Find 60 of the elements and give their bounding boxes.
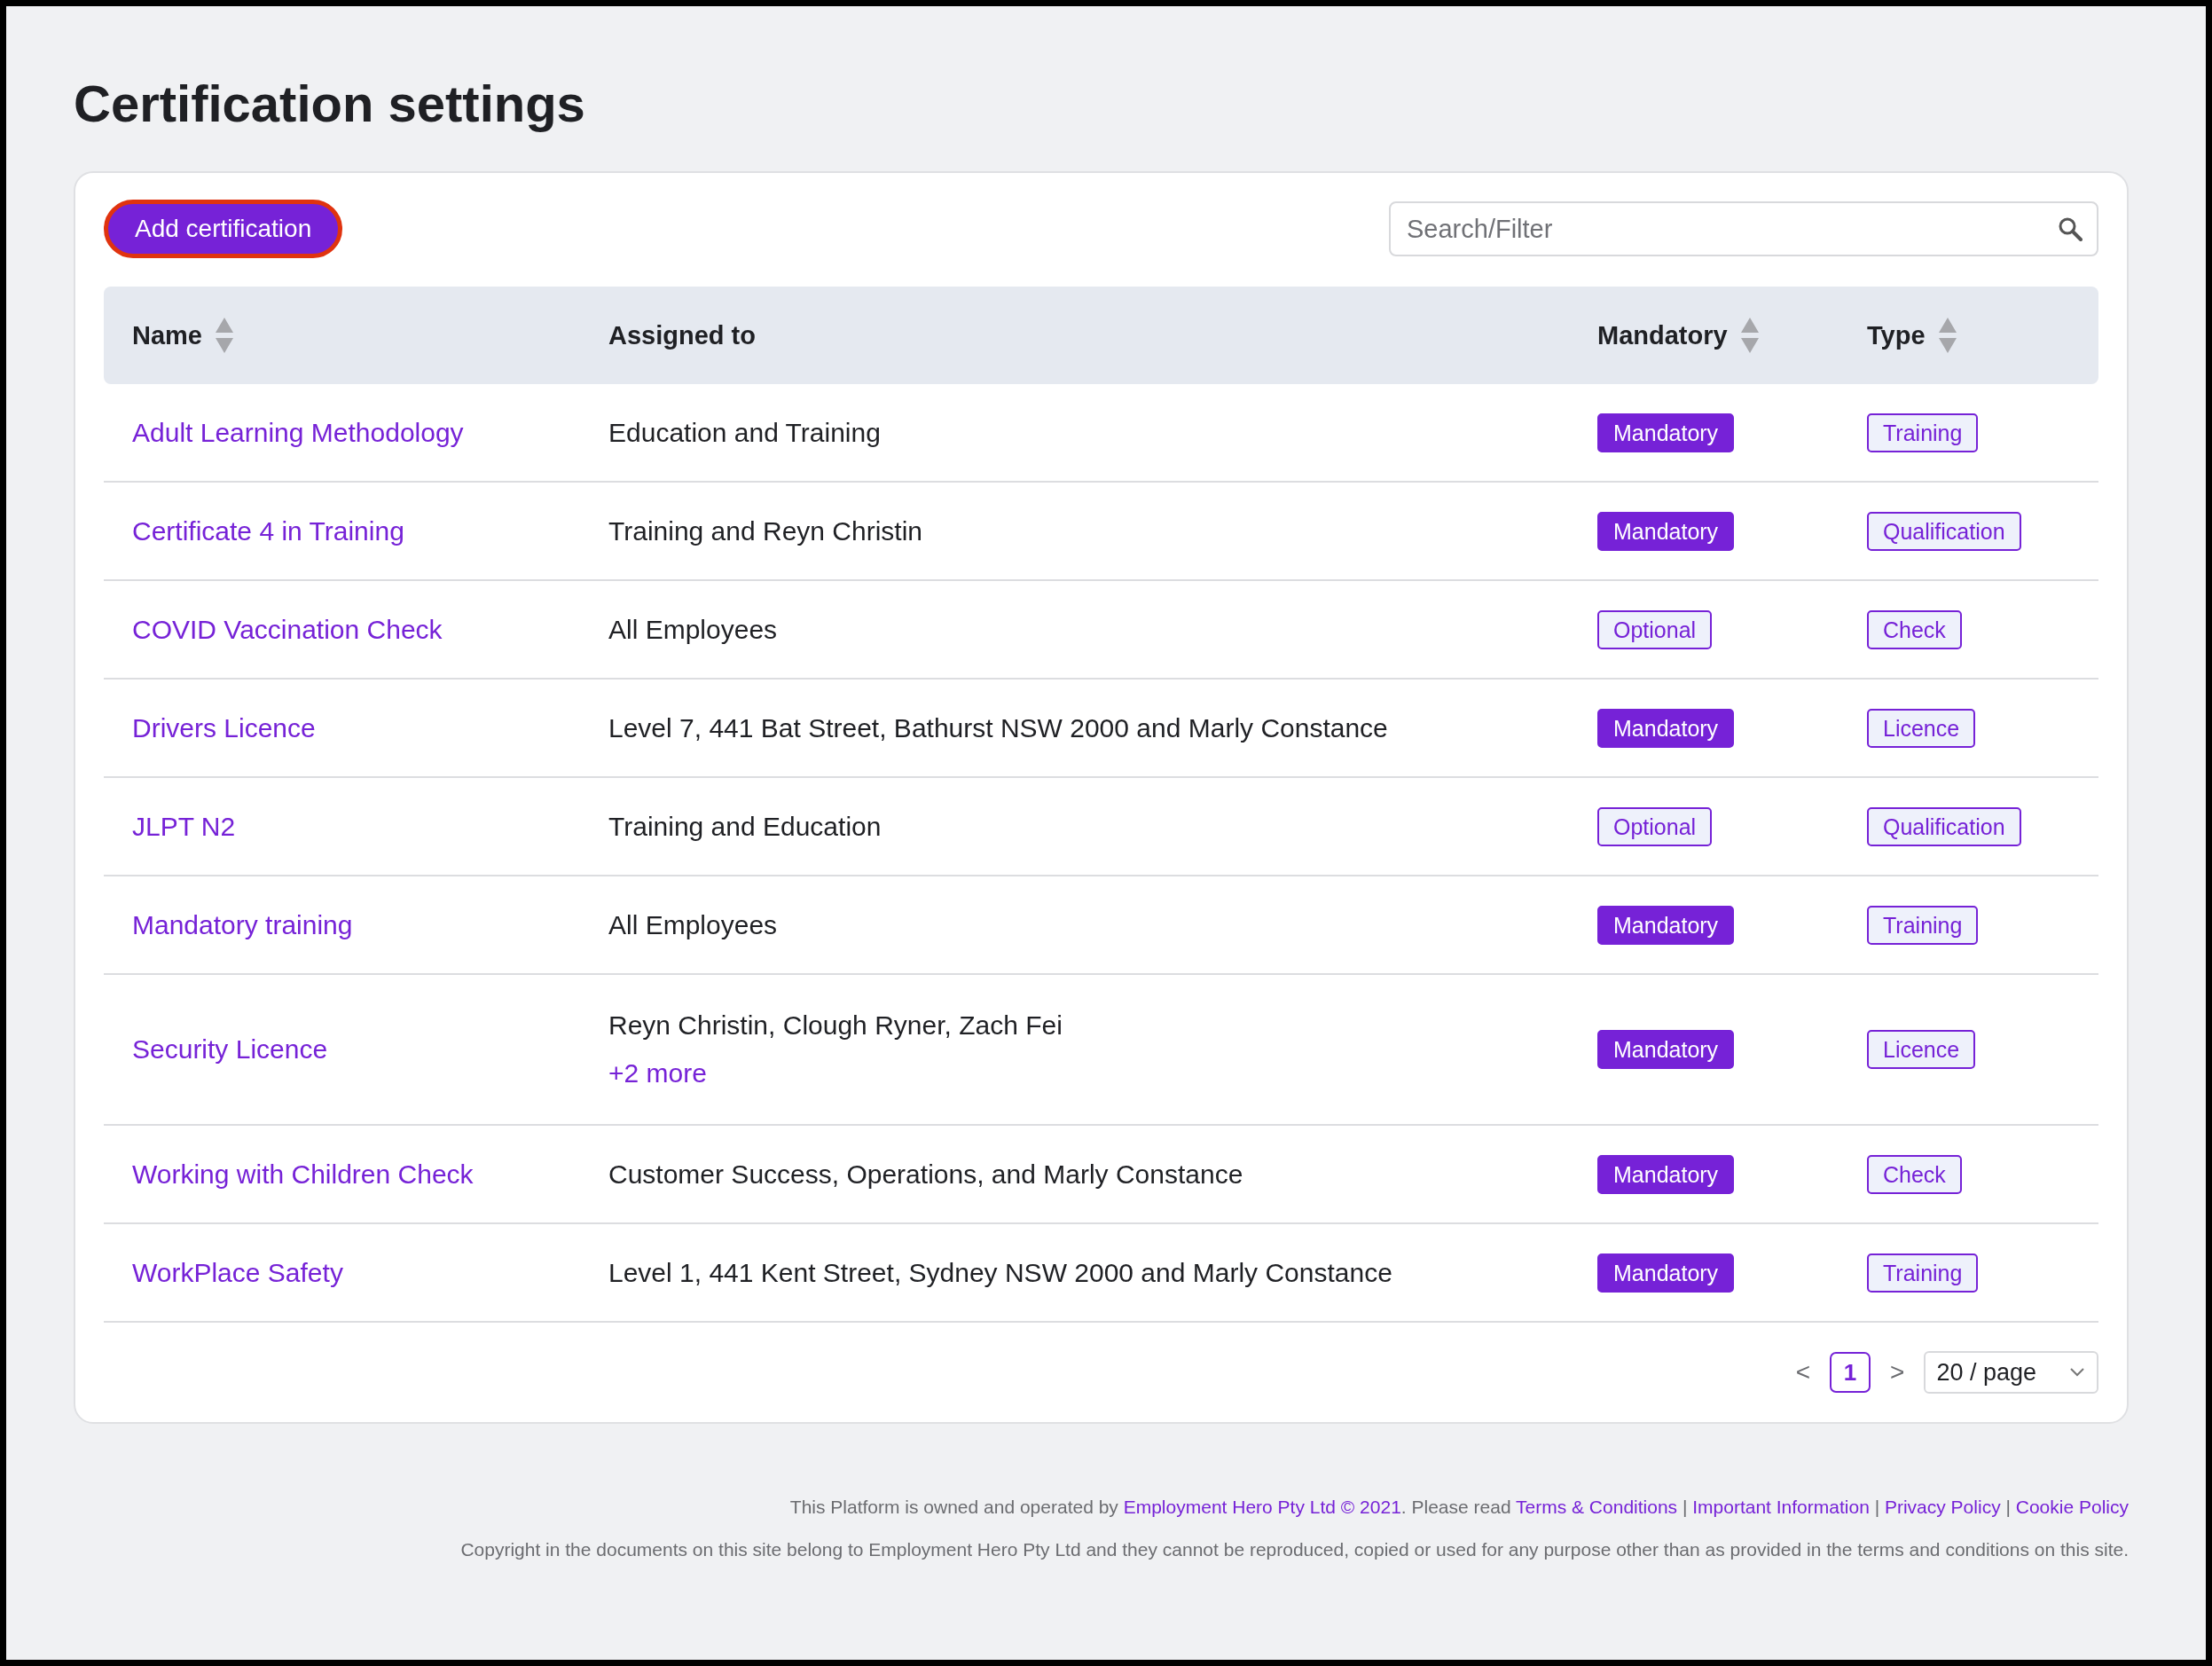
certification-link[interactable]: JLPT N2 xyxy=(132,811,236,841)
footer-link[interactable]: Employment Hero Pty Ltd © 2021 xyxy=(1123,1497,1401,1517)
more-link[interactable]: +2 more xyxy=(608,1058,707,1088)
certification-link[interactable]: Working with Children Check xyxy=(132,1159,474,1189)
sort-icon[interactable] xyxy=(215,316,234,355)
type-tag: Qualification xyxy=(1867,511,2021,551)
certification-link[interactable]: Adult Learning Methodology xyxy=(132,417,464,447)
type-tag: Training xyxy=(1867,1253,1979,1293)
assigned-text: Level 7, 441 Bat Street, Bathurst NSW 2000 and Marly Constance xyxy=(608,712,1388,743)
mandatory-tag: Mandatory xyxy=(1597,511,1735,551)
mandatory-tag: Optional xyxy=(1597,806,1713,846)
search-field[interactable]: Search/Filter xyxy=(1389,201,2098,256)
mandatory-tag: Mandatory xyxy=(1597,413,1735,452)
type-tag: Training xyxy=(1867,413,1979,452)
certification-link[interactable]: COVID Vaccination Check xyxy=(132,614,443,644)
mandatory-tag: Mandatory xyxy=(1597,1253,1735,1293)
certification-link[interactable]: Drivers Licence xyxy=(132,712,316,743)
footer-link[interactable]: Important Information xyxy=(1692,1497,1870,1517)
mandatory-tag: Mandatory xyxy=(1597,1154,1735,1194)
page-button[interactable]: 1 xyxy=(1830,1352,1871,1393)
assigned-text: Training and Education xyxy=(608,811,882,841)
assigned-text: Education and Training xyxy=(608,417,881,447)
page-size-dropdown[interactable]: 20 / page xyxy=(1924,1351,2098,1394)
previous-page-button[interactable]: < xyxy=(1795,1358,1811,1387)
certification-link[interactable]: Certificate 4 in Training xyxy=(132,515,404,546)
sort-icon[interactable] xyxy=(1937,316,1957,355)
assigned-text: All Employees xyxy=(608,909,778,939)
type-tag: Check xyxy=(1867,1154,1962,1194)
column-header: Assigned to xyxy=(608,320,756,350)
column-header: Mandatory xyxy=(1597,320,1728,350)
type-tag: Licence xyxy=(1867,1030,1976,1069)
add-certification-button[interactable]: Add certification xyxy=(104,200,343,258)
mandatory-tag: Mandatory xyxy=(1597,905,1735,945)
footer-text: This Platform is owned and operated by Employment Hero Pty Ltd © 2021. Please read Terms & Conditions | Important Information | Privacy Policy | Cookie Policy xyxy=(789,1497,2129,1518)
type-tag: Qualification xyxy=(1867,806,2021,846)
type-tag: Check xyxy=(1867,609,1962,649)
type-tag: Training xyxy=(1867,905,1979,945)
column-header: Name xyxy=(132,320,202,350)
certification-link[interactable]: WorkPlace Safety xyxy=(132,1257,343,1287)
assigned-text: Customer Success, Operations, and Marly Constance xyxy=(608,1159,1243,1189)
mandatory-tag: Optional xyxy=(1597,609,1713,649)
assigned-text: Training and Reyn Christin xyxy=(608,515,923,546)
copyright-text: Copyright in the documents on this site belong to Employment Hero Pty Ltd and they cannot be reproduced, copied or used for any purpose other than as provided in the terms and conditions on this site. xyxy=(460,1539,2129,1560)
next-page-button[interactable]: > xyxy=(1890,1358,1905,1387)
footer-link[interactable]: Terms & Conditions xyxy=(1516,1497,1678,1517)
mandatory-tag: Mandatory xyxy=(1597,1030,1735,1069)
page-title: Certification settings xyxy=(74,74,586,134)
footer-link[interactable]: Privacy Policy xyxy=(1884,1497,2001,1517)
chevron-down-icon xyxy=(2070,1368,2084,1377)
footer-link[interactable]: Cookie Policy xyxy=(2015,1497,2129,1517)
type-tag: Licence xyxy=(1867,708,1976,748)
search-icon[interactable] xyxy=(2058,216,2083,241)
sort-icon[interactable] xyxy=(1739,316,1760,355)
assigned-text: Reyn Christin, Clough Ryner, Zach Fei xyxy=(608,1010,1063,1041)
assigned-text: Level 1, 441 Kent Street, Sydney NSW 2000 and Marly Constance xyxy=(608,1257,1392,1287)
certification-link[interactable]: Mandatory training xyxy=(132,909,353,939)
assigned-text: All Employees xyxy=(608,614,778,644)
certification-link[interactable]: Security Licence xyxy=(132,1034,328,1064)
column-header: Type xyxy=(1867,320,1926,350)
mandatory-tag: Mandatory xyxy=(1597,708,1735,748)
